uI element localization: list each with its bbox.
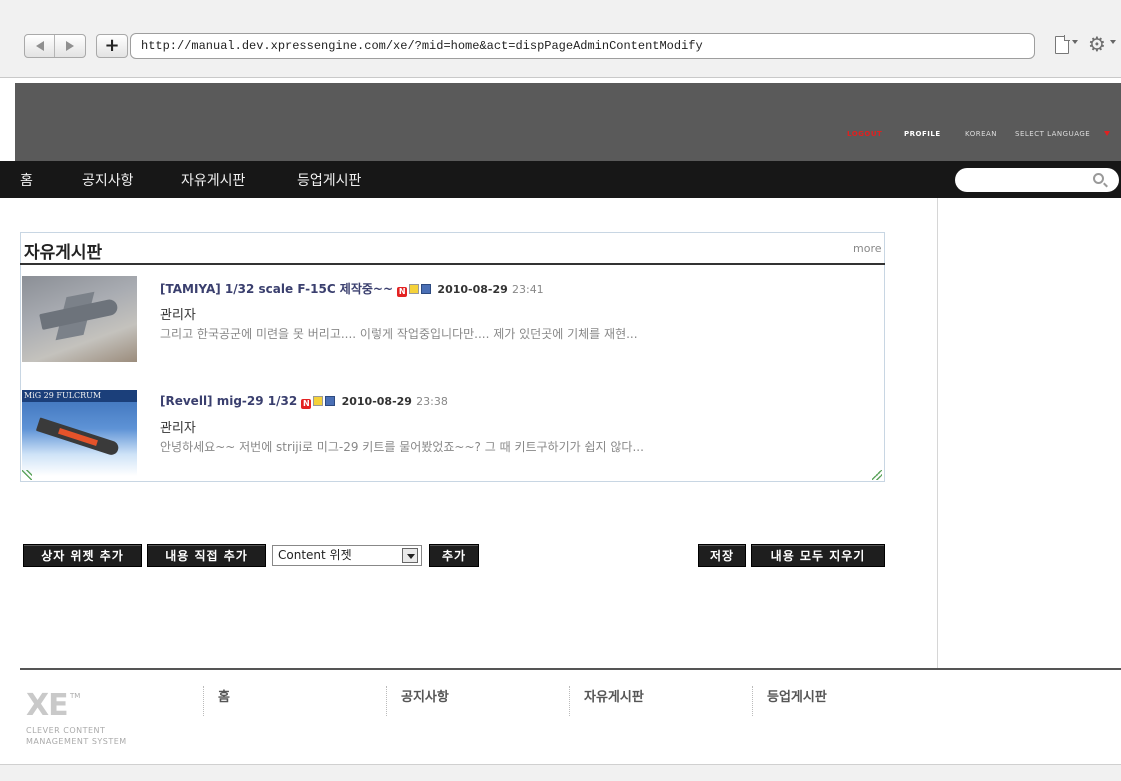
post-title-row: [Revell] mig-29 1/32 N 2010-08-29 23:38 [160, 394, 448, 409]
post-thumbnail[interactable] [22, 276, 137, 362]
post-excerpt[interactable]: 그리고 한국공군에 미련을 못 버리고.... 이렇게 작업중입니다만.... … [160, 325, 638, 342]
logo-tagline-line2: MANAGEMENT SYSTEM [26, 737, 127, 746]
sidebar-divider [937, 198, 938, 668]
chevron-down-icon[interactable] [402, 548, 418, 563]
file-attached-icon [421, 284, 432, 294]
add-button[interactable]: 추가 [429, 544, 479, 567]
widget-type-select[interactable]: Content 위젯 [272, 545, 422, 566]
nav-item-levelup[interactable]: 등업게시판 [297, 170, 361, 190]
post-time: 23:41 [511, 283, 544, 296]
back-arrow-icon [35, 41, 44, 51]
new-tab-button[interactable]: + [96, 34, 128, 58]
back-button[interactable] [25, 35, 55, 57]
forward-arrow-icon [66, 41, 74, 51]
post-thumbnail[interactable]: MiG 29 FULCRUM [22, 390, 137, 476]
footer-nav-levelup[interactable]: 등업게시판 [752, 686, 827, 716]
widget-title-underline [20, 263, 885, 265]
resize-handle-icon[interactable] [22, 470, 32, 480]
footer-nav-freeboard[interactable]: 자유게시판 [569, 686, 644, 716]
new-badge-icon: N [301, 399, 312, 409]
chevron-down-icon[interactable] [1104, 131, 1110, 136]
logout-link[interactable]: LOGOUT [847, 130, 882, 138]
save-button[interactable]: 저장 [698, 544, 746, 567]
new-badge-icon: N [397, 287, 408, 297]
post-title-row: [TAMIYA] 1/32 scale F-15C 제작중~~ N 2010-0… [160, 280, 544, 297]
widget-title: 자유게시판 [24, 243, 103, 263]
post-date: 2010-08-29 [437, 283, 508, 296]
tools-menu-caret-icon[interactable] [1110, 40, 1116, 44]
xe-logo[interactable]: XE [26, 688, 69, 723]
post-date: 2010-08-29 [341, 395, 412, 408]
post-author[interactable]: 관리자 [160, 417, 196, 436]
select-language-link[interactable]: SELECT LANGUAGE [1015, 130, 1090, 138]
language-korean-link[interactable]: KOREAN [965, 130, 997, 138]
clear-all-button[interactable]: 내용 모두 지우기 [751, 544, 885, 567]
add-content-direct-button[interactable]: 내용 직접 추가 [147, 544, 266, 567]
add-box-widget-button[interactable]: 상자 위젯 추가 [23, 544, 142, 567]
address-bar[interactable]: http://manual.dev.xpressengine.com/xe/?m… [130, 33, 1035, 59]
post-time: 23:38 [416, 395, 448, 408]
image-attached-icon [409, 284, 420, 294]
nav-item-notice[interactable]: 공지사항 [82, 170, 134, 190]
profile-link[interactable]: PROFILE [904, 130, 941, 138]
page-menu-caret-icon[interactable] [1072, 40, 1078, 44]
footer-divider [20, 668, 1121, 670]
post-title[interactable]: [Revell] mig-29 1/32 [160, 394, 297, 408]
site-header [15, 83, 1121, 161]
nav-item-freeboard[interactable]: 자유게시판 [181, 170, 245, 190]
more-link[interactable]: more [853, 242, 882, 255]
search-icon[interactable] [1093, 173, 1104, 184]
footer-nav-notice[interactable]: 공지사항 [386, 686, 449, 716]
resize-handle-icon[interactable] [872, 470, 882, 480]
trademark-mark: TM [70, 692, 81, 700]
browser-status-bar [0, 764, 1121, 781]
post-author[interactable]: 관리자 [160, 304, 196, 323]
browser-toolbar: + http://manual.dev.xpressengine.com/xe/… [0, 0, 1121, 78]
post-title[interactable]: [TAMIYA] 1/32 scale F-15C 제작중~~ [160, 282, 393, 296]
logo-tagline-line1: CLEVER CONTENT [26, 726, 106, 735]
page-menu-icon[interactable] [1055, 35, 1070, 54]
image-attached-icon [313, 396, 324, 406]
file-attached-icon [325, 396, 336, 406]
footer-nav-home[interactable]: 홈 [203, 686, 230, 716]
history-nav [24, 34, 86, 58]
forward-button[interactable] [55, 35, 85, 57]
main-nav [0, 161, 1121, 198]
thumbnail-caption: MiG 29 FULCRUM [22, 390, 137, 402]
nav-item-home[interactable]: 홈 [20, 170, 33, 190]
post-excerpt[interactable]: 안녕하세요~~ 저번에 striji로 미그-29 키트를 물어봤었죠~~? 그… [160, 438, 644, 455]
gear-icon[interactable]: ⚙ [1088, 34, 1106, 54]
